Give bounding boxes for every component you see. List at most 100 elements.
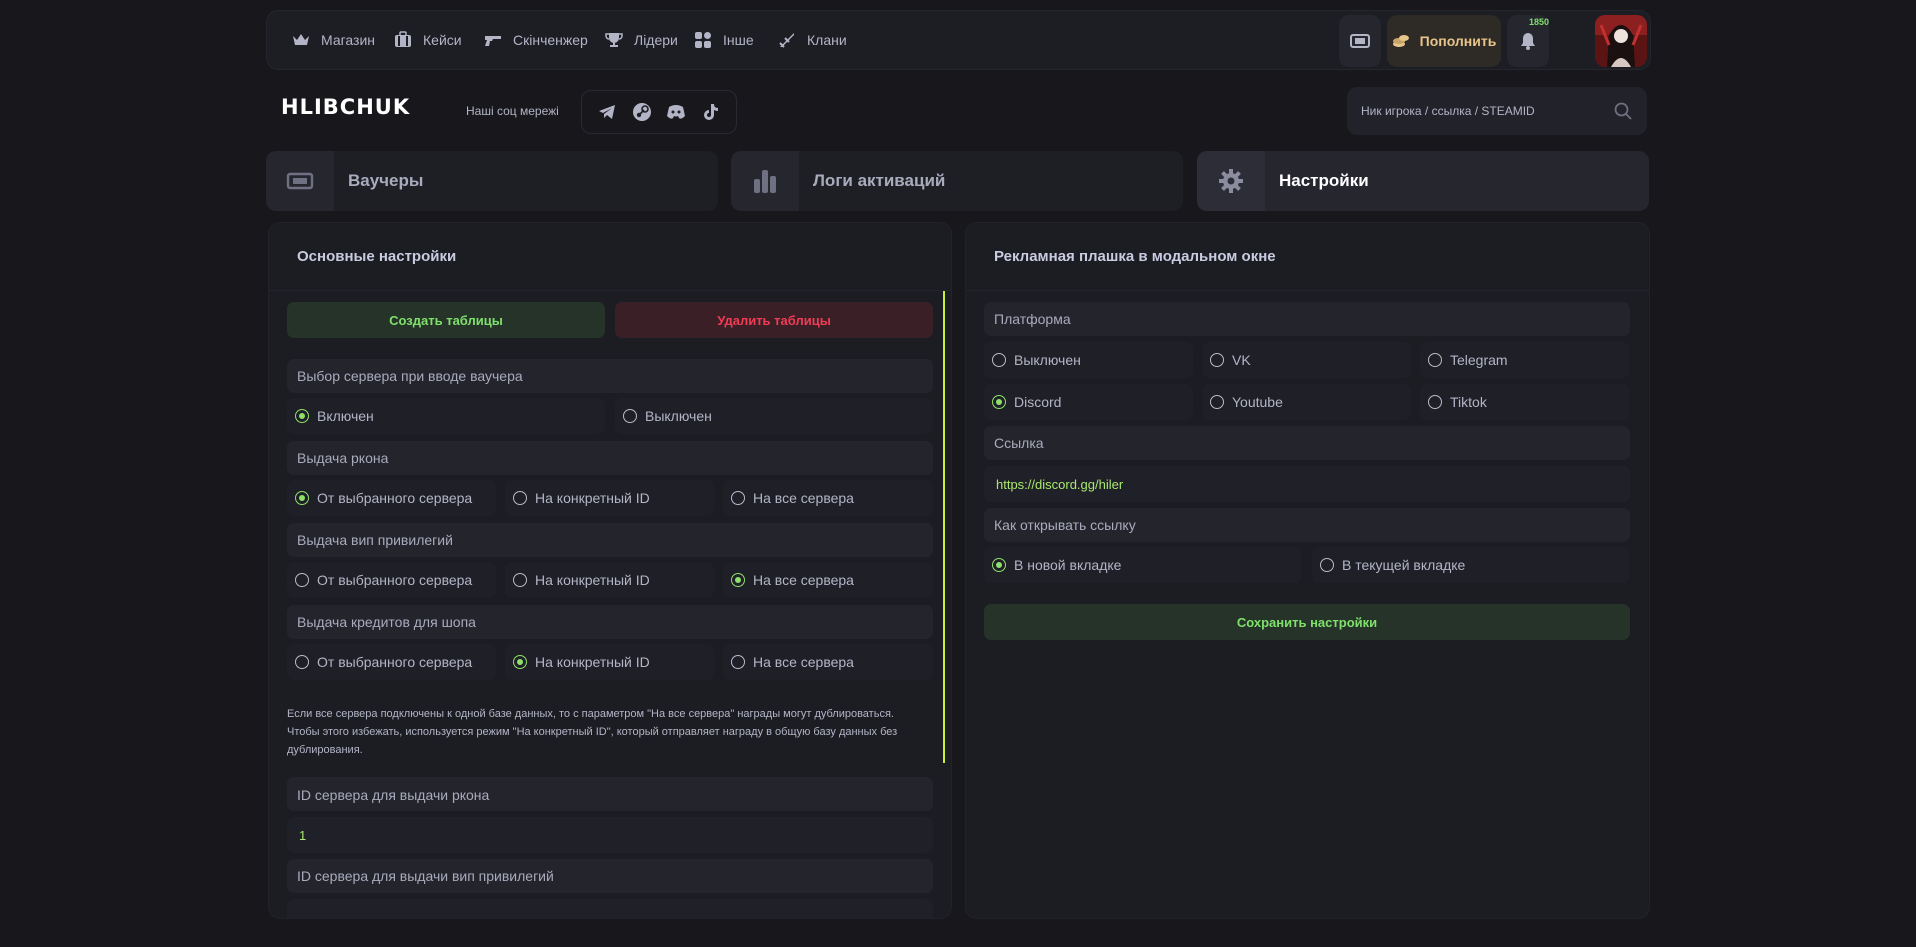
radio-option[interactable]: VK [1202,342,1411,378]
case-icon [395,31,411,47]
radio-option[interactable]: От выбранного сервера [287,480,496,516]
radio-button[interactable] [295,491,309,505]
radio-label: Выключен [645,408,712,424]
main-settings-panel: Основные настройки Создать таблицы Удали… [268,222,952,919]
radio-option[interactable]: На все сервера [723,480,933,516]
radio-label: На конкретный ID [535,654,650,670]
radio-label: Discord [1014,394,1062,410]
radio-button[interactable] [1210,395,1224,409]
radio-label: Tiktok [1450,394,1487,410]
radio-label: На все сервера [753,654,854,670]
nav-item-other[interactable]: Інше [693,11,754,69]
radio-option[interactable]: От выбранного сервера [287,644,496,680]
tiktok-link[interactable] [700,101,722,123]
setting-label: Выбор сервера при вводе ваучера [287,359,933,393]
radio-option[interactable]: На все сервера [723,644,933,680]
vip-server-id-input[interactable] [287,899,933,918]
notifications-button[interactable]: 1850 [1507,15,1549,67]
radio-button[interactable] [513,655,527,669]
radio-label: От выбранного сервера [317,572,473,588]
create-tables-button[interactable]: Создать таблицы [287,302,605,338]
note-line: Если все сервера подключены к одной базе… [287,708,894,720]
search-input[interactable] [1347,87,1597,135]
radio-option[interactable]: Youtube [1202,384,1411,420]
discord-link[interactable] [665,101,687,123]
avatar[interactable] [1595,15,1647,67]
radio-button[interactable] [1428,353,1442,367]
radio-button[interactable] [731,655,745,669]
radio-button[interactable] [295,409,309,423]
tab-activation-logs[interactable]: Логи активаций [731,151,1183,211]
radio-button[interactable] [1428,395,1442,409]
radio-button[interactable] [992,395,1006,409]
radio-option[interactable]: В новой вкладке [984,547,1302,583]
tiktok-icon [703,104,718,120]
radio-option[interactable]: На конкретный ID [505,480,714,516]
radio-label: Youtube [1232,394,1283,410]
telegram-icon [599,105,616,119]
radio-label: На конкретный ID [535,490,650,506]
link-input[interactable]: https://discord.gg/hiler [984,466,1630,502]
nav-item-shop[interactable]: Магазин [291,11,375,69]
nav-item-leaders[interactable]: Лідери [604,11,678,69]
radio-option[interactable]: Tiktok [1420,384,1630,420]
radio-button[interactable] [513,573,527,587]
save-settings-button[interactable]: Сохранить настройки [984,604,1630,640]
site-logo[interactable]: HLIBCHUK [281,95,410,119]
nav-item-skinchanger[interactable]: Скінченжер [483,11,588,69]
panel-title: Рекламная плашка в модальном окне [966,223,1649,291]
tab-vouchers[interactable]: Ваучеры [266,151,718,211]
radio-button[interactable] [1210,353,1224,367]
radio-button[interactable] [513,491,527,505]
radio-label: Включен [317,408,374,424]
radio-option[interactable]: Discord [984,384,1193,420]
setting-label: Выдача кредитов для шопа [287,605,933,639]
radio-option[interactable]: На все сервера [723,562,933,598]
radio-option[interactable]: Включен [287,398,605,434]
radio-button[interactable] [992,353,1006,367]
radio-label: VK [1232,352,1251,368]
avatar-image-icon [1595,15,1647,67]
scrollbar[interactable] [943,291,945,763]
radio-option[interactable]: На конкретный ID [505,644,714,680]
discord-icon [667,105,686,119]
search-icon[interactable] [1613,101,1633,121]
nav-item-label: Лідери [634,32,678,48]
radio-label: В новой вкладке [1014,557,1122,573]
radio-button[interactable] [731,573,745,587]
setting-label: Выдача вип привилегий [287,523,933,557]
steam-link[interactable] [631,101,653,123]
rcon-server-id-input[interactable]: 1 [287,817,933,853]
nav-item-cases[interactable]: Кейси [393,11,462,69]
vouchers-button[interactable] [1339,15,1381,67]
trophy-icon [605,33,623,47]
nav-item-clans[interactable]: Клани [777,11,847,69]
delete-tables-button[interactable]: Удалить таблицы [615,302,933,338]
coins-icon [1392,35,1409,47]
setting-label: Как открывать ссылку [984,508,1630,542]
radio-option[interactable]: На конкретный ID [505,562,714,598]
radio-button[interactable] [295,573,309,587]
gear-icon [1219,169,1243,193]
radio-option[interactable]: Выключен [615,398,933,434]
notification-count: 1850 [1529,17,1550,27]
radio-option[interactable]: Telegram [1420,342,1630,378]
tab-settings[interactable]: Настройки [1197,151,1649,211]
radio-button[interactable] [731,491,745,505]
telegram-link[interactable] [596,101,618,123]
radio-label: На конкретный ID [535,572,650,588]
note-line: дублирования. [287,744,363,756]
social-links [581,90,737,134]
radio-option[interactable]: В текущей вкладке [1312,547,1630,583]
radio-button[interactable] [1320,558,1334,572]
setting-label: Платформа [984,302,1630,336]
radio-option[interactable]: От выбранного сервера [287,562,496,598]
replenish-button[interactable]: Пополнить [1387,15,1501,67]
radio-button[interactable] [295,655,309,669]
radio-button[interactable] [992,558,1006,572]
tab-label: Ваучеры [348,171,424,190]
radio-option[interactable]: Выключен [984,342,1193,378]
setting-label: Выдача ркона [287,441,933,475]
radio-label: От выбранного сервера [317,654,473,670]
radio-button[interactable] [623,409,637,423]
